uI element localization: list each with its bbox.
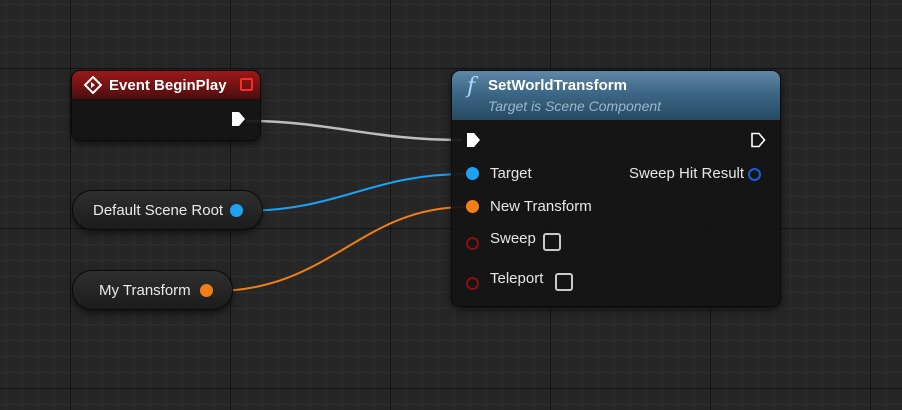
sweep-checkbox[interactable] bbox=[543, 233, 561, 251]
teleport-checkbox[interactable] bbox=[555, 273, 573, 291]
teleport-pin-label: Teleport bbox=[490, 270, 544, 287]
function-node-body: Target Sweep Hit Result New Transform Sw… bbox=[452, 120, 780, 306]
event-node-header[interactable]: Event BeginPlay bbox=[72, 71, 260, 99]
sweep-hit-result-output-pin[interactable] bbox=[748, 168, 761, 181]
set-world-transform-node[interactable]: f SetWorldTransform Target is Scene Comp… bbox=[452, 71, 780, 306]
getter-label: My Transform bbox=[99, 281, 191, 299]
getter-label: Default Scene Root bbox=[93, 201, 224, 219]
exec-wire[interactable] bbox=[245, 119, 463, 142]
transform-output-pin[interactable] bbox=[200, 284, 213, 297]
function-node-header[interactable]: f SetWorldTransform Target is Scene Comp… bbox=[452, 71, 780, 120]
new-transform-input-pin[interactable] bbox=[466, 200, 479, 213]
my-transform-getter[interactable]: My Transform bbox=[73, 271, 232, 309]
exec-input-pin[interactable] bbox=[465, 132, 481, 148]
default-scene-root-getter[interactable]: Default Scene Root bbox=[73, 191, 262, 229]
new-transform-pin-label: New Transform bbox=[490, 198, 592, 215]
sweep-hit-result-label: Sweep Hit Result bbox=[629, 165, 745, 182]
function-node-subtitle: Target is Scene Component bbox=[488, 98, 662, 114]
target-pin-label: Target bbox=[490, 165, 532, 182]
event-diamond-icon bbox=[84, 76, 102, 94]
teleport-input-pin[interactable] bbox=[466, 277, 479, 290]
blueprint-graph-canvas[interactable]: Event BeginPlay Default Scene Root My Tr… bbox=[0, 0, 902, 410]
object-output-pin[interactable] bbox=[230, 204, 243, 217]
exec-output-pin[interactable] bbox=[750, 132, 766, 148]
event-beginplay-node[interactable]: Event BeginPlay bbox=[72, 71, 260, 140]
exec-output-pin[interactable] bbox=[230, 111, 246, 127]
target-wire[interactable] bbox=[241, 173, 467, 212]
target-input-pin[interactable] bbox=[466, 167, 479, 180]
sweep-pin-label: Sweep bbox=[490, 230, 536, 247]
event-node-body bbox=[72, 99, 260, 140]
function-f-icon: f bbox=[467, 74, 476, 99]
sweep-input-pin[interactable] bbox=[466, 237, 479, 250]
event-node-title: Event BeginPlay bbox=[109, 76, 227, 94]
delegate-pin[interactable] bbox=[240, 78, 253, 91]
function-node-title: SetWorldTransform bbox=[488, 77, 627, 94]
